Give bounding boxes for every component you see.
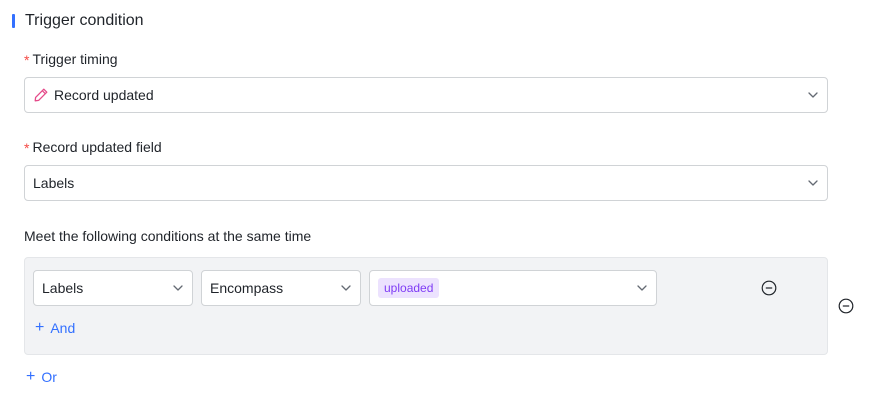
trigger-timing-select[interactable]: Record updated [24, 77, 828, 113]
section-title: Trigger condition [25, 12, 144, 29]
updated-field-value: Labels [33, 175, 75, 191]
plus-icon: + [26, 368, 36, 385]
required-asterisk: * [24, 52, 30, 68]
required-asterisk: * [24, 140, 30, 156]
chevron-down-icon [808, 180, 818, 186]
updated-field-select[interactable]: Labels [24, 165, 828, 201]
label-tag: uploaded [378, 278, 440, 298]
and-label: And [50, 320, 76, 336]
remove-condition-icon[interactable] [761, 280, 777, 296]
chevron-down-icon [341, 285, 351, 291]
remove-condition-group-icon[interactable] [838, 298, 854, 314]
condition-field-select[interactable]: Labels [33, 270, 193, 306]
section-header: Trigger condition [12, 10, 144, 32]
add-and-condition-button[interactable]: + And [35, 318, 75, 338]
chevron-down-icon [173, 285, 183, 291]
condition-operator-value: Encompass [210, 280, 284, 296]
updated-field-label-text: Record updated field [32, 139, 162, 155]
trigger-timing-value: Record updated [54, 87, 154, 103]
condition-value-select[interactable]: uploaded [369, 270, 657, 306]
trigger-timing-label-text: Trigger timing [32, 51, 118, 67]
section-accent-bar [12, 14, 15, 28]
conditions-title: Meet the following conditions at the sam… [24, 228, 312, 244]
updated-field-label: * Record updated field [24, 137, 162, 157]
or-label: Or [41, 369, 57, 385]
trigger-timing-label: * Trigger timing [24, 49, 118, 69]
chevron-down-icon [637, 285, 647, 291]
condition-operator-select[interactable]: Encompass [201, 270, 361, 306]
condition-group: Labels Encompass uploaded + And [24, 257, 828, 355]
pencil-icon [34, 88, 48, 102]
condition-field-value: Labels [42, 280, 84, 296]
chevron-down-icon [808, 92, 818, 98]
add-or-condition-button[interactable]: + Or [26, 367, 57, 387]
plus-icon: + [35, 319, 45, 336]
